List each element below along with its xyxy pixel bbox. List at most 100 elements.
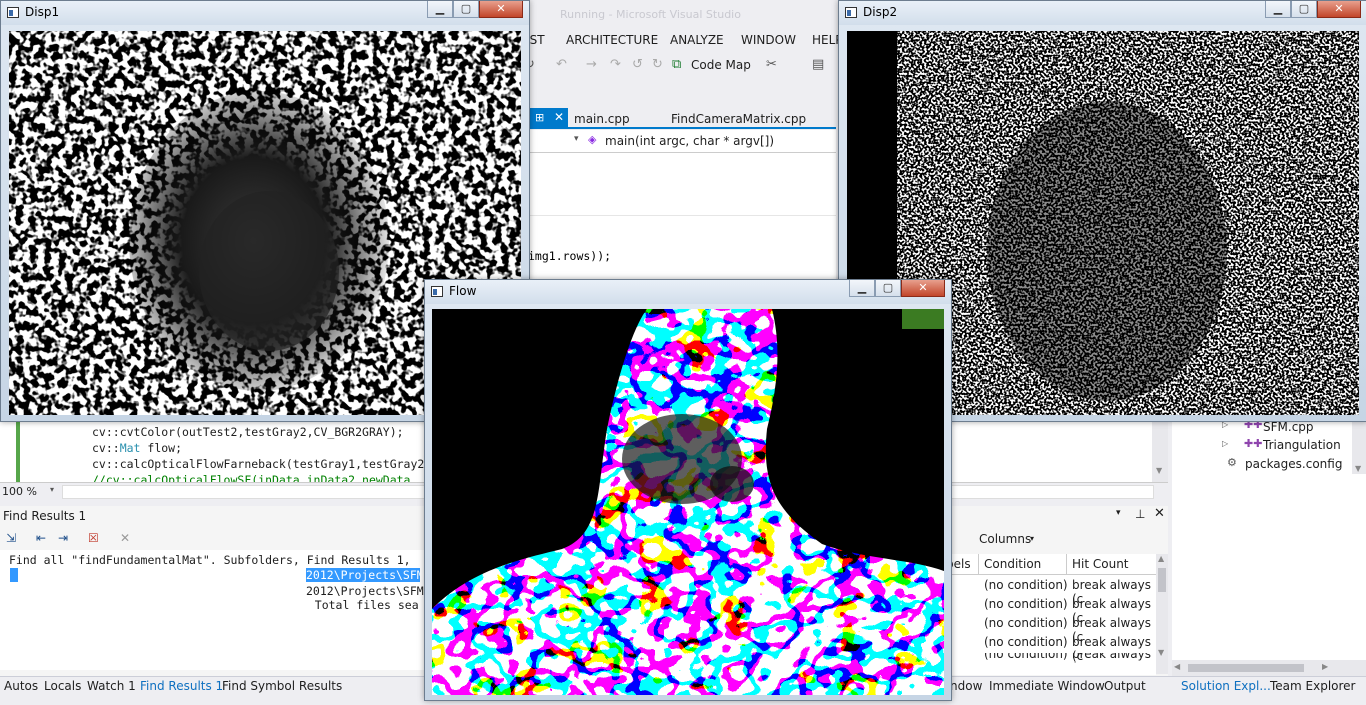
menu-window[interactable]: WINDOW (741, 33, 796, 47)
solution-tree[interactable]: ▷ ✚✚ SFM.cpp ▷ ✚✚ Triangulation ⚙ packag… (1172, 418, 1366, 660)
result-path[interactable]: 2012\Projects\SFM (306, 584, 424, 598)
dropdown-arrow-icon[interactable]: ▾ (574, 134, 579, 144)
close-button[interactable]: ✕ (1317, 1, 1361, 18)
disp1-title: Disp1 (25, 5, 60, 19)
editor-divider (520, 215, 836, 216)
flow-window[interactable]: Flow ▁ ▢ ✕ (424, 279, 952, 701)
maximize-button[interactable]: ▢ (875, 280, 901, 297)
step-over-icon[interactable]: ↷ (610, 57, 621, 72)
breakpoint-condition: (no condition) (984, 635, 1068, 649)
tab-team-explorer[interactable]: Team Explorer (1270, 679, 1356, 693)
zoom-level[interactable]: 100 % (2, 485, 37, 498)
threads-icon[interactable]: ▤ (812, 57, 824, 72)
maximize-button[interactable]: ▢ (453, 1, 479, 18)
header-hit-count[interactable]: Hit Count (1072, 557, 1129, 571)
scroll-right-icon[interactable]: ▶ (1322, 662, 1328, 671)
step-out-icon[interactable]: ↺ (632, 57, 643, 72)
solution-hscrollbar[interactable]: ◀ ▶ (1172, 660, 1366, 676)
scroll-left-icon[interactable]: ◀ (1174, 662, 1180, 671)
disp1-title-bar[interactable]: Disp1 ▁ ▢ ✕ (1, 1, 529, 25)
scroll-thumb[interactable] (1188, 664, 1304, 672)
zoom-dropdown-icon[interactable]: ▾ (50, 485, 54, 494)
tab-close-icon[interactable]: ✕ (554, 110, 564, 124)
tab-command-window[interactable]: ndow (950, 679, 982, 693)
active-tab-strip: ⊞ ✕ (528, 108, 568, 128)
flow-image (432, 309, 944, 695)
breakpoint-condition: (no condition) (984, 578, 1068, 592)
show-next-statement-icon[interactable]: ↶ (556, 57, 567, 72)
config-file-icon: ⚙ (1227, 456, 1237, 469)
tab-findcameramatrix-cpp[interactable]: FindCameraMatrix.cpp (671, 112, 806, 126)
breakpoint-row[interactable]: (no condition) break always (c (946, 577, 1156, 606)
code-map-icon[interactable]: ⧉ (672, 57, 681, 72)
navigation-bar: ▾ ◈ main(int argc, char * argv[]) (528, 130, 836, 153)
breakpoint-row[interactable]: (no condition) break always (c (946, 653, 1156, 663)
tree-item-sfm-cpp[interactable]: SFM.cpp (1263, 420, 1314, 434)
step-into-icon[interactable]: → (586, 57, 597, 72)
close-button[interactable]: ✕ (479, 1, 523, 18)
code-editor-upper[interactable]: img1.rows)); (520, 153, 836, 283)
cpp-file-icon: ✚✚ (1244, 437, 1263, 450)
flow-title-bar[interactable]: Flow ▁ ▢ ✕ (425, 280, 951, 304)
function-icon: ◈ (588, 133, 597, 146)
tools-icon[interactable]: ✂ (766, 57, 777, 72)
window-app-icon (845, 7, 857, 18)
code-map-button[interactable]: Code Map (691, 58, 751, 72)
member-dropdown[interactable]: main(int argc, char * argv[]) (605, 134, 774, 148)
panel-close-icon[interactable]: ✕ (1154, 506, 1165, 521)
breakpoints-scrollbar[interactable]: ▲ ▼ (1156, 554, 1168, 674)
tree-item-packages-config[interactable]: packages.config (1245, 457, 1342, 471)
solution-scrollbar[interactable]: ▼ (1352, 420, 1366, 474)
tab-locals[interactable]: Locals (44, 679, 81, 693)
menu-architecture[interactable]: ARCHITECTURE (566, 33, 658, 47)
tab-watch-1[interactable]: Watch 1 (87, 679, 136, 693)
maximize-button[interactable]: ▢ (1291, 1, 1317, 18)
columns-button[interactable]: Columns (979, 532, 1031, 546)
disp2-title-bar[interactable]: Disp2 ▁ ▢ ✕ (839, 1, 1366, 25)
close-button[interactable]: ✕ (901, 280, 945, 297)
find-results-title: Find Results 1 (3, 509, 87, 523)
scroll-thumb[interactable] (1158, 568, 1166, 592)
scroll-down-icon[interactable]: ▼ (1156, 466, 1162, 475)
stop-find-icon[interactable]: ✕ (120, 531, 130, 545)
minimize-button[interactable]: ▁ (427, 1, 453, 18)
tab-find-results-1[interactable]: Find Results 1 (140, 679, 223, 693)
minimize-button[interactable]: ▁ (1265, 1, 1291, 18)
redo-icon[interactable]: ↻ (652, 57, 663, 72)
breakpoint-row[interactable]: (no condition) break always (c (946, 634, 1156, 663)
breakpoint-hit-count: break always (c (1072, 653, 1151, 663)
change-margin (16, 420, 20, 482)
minimize-button[interactable]: ▁ (849, 280, 875, 297)
breakpoint-row[interactable]: (no condition) break always (c (946, 615, 1156, 644)
vs-title-text: Running - Microsoft Visual Studio (560, 8, 741, 21)
tree-item-triangulation[interactable]: Triangulation (1263, 438, 1341, 452)
pin-icon[interactable]: ⊞ (535, 111, 544, 124)
previous-result-icon[interactable]: ⇤ (36, 531, 46, 545)
tab-autos[interactable]: Autos (4, 679, 38, 693)
breakpoints-list[interactable]: (no condition) break always (c (no condi… (946, 575, 1156, 675)
tab-find-symbol-results[interactable]: Find Symbol Results (222, 679, 342, 693)
editor-scrollbar[interactable]: ▼ (1152, 420, 1168, 482)
menu-analyze[interactable]: ANALYZE (670, 33, 724, 47)
columns-dropdown-icon[interactable]: ▾ (1030, 534, 1034, 543)
clear-all-icon[interactable]: ☒ (88, 531, 99, 545)
breakpoint-row[interactable]: (no condition) break always (c (946, 596, 1156, 625)
go-to-location-icon[interactable]: ⇲ (6, 531, 16, 545)
panel-dropdown-icon[interactable]: ▾ (1116, 508, 1121, 518)
next-result-icon[interactable]: ⇥ (58, 531, 68, 545)
expand-arrow-icon[interactable]: ▷ (1222, 439, 1228, 448)
scroll-down-icon[interactable]: ▼ (1158, 648, 1164, 657)
tab-underline (528, 127, 836, 129)
tab-main-cpp[interactable]: main.cpp (574, 112, 630, 126)
scroll-down-icon[interactable]: ▼ (1355, 464, 1361, 473)
tab-immediate-window[interactable]: Immediate Window (989, 679, 1105, 693)
column-separator (978, 554, 979, 574)
breakpoints-header: bels Condition Hit Count (946, 554, 1156, 575)
scroll-up-icon[interactable]: ▲ (1158, 554, 1164, 563)
header-condition[interactable]: Condition (984, 557, 1041, 571)
tab-output[interactable]: Output (1104, 679, 1146, 693)
window-app-icon (7, 7, 19, 18)
panel-pin-icon[interactable]: ⊥ (1135, 507, 1145, 521)
tab-solution-explorer[interactable]: Solution Expl... (1181, 679, 1271, 693)
redacted-block (18, 598, 306, 644)
